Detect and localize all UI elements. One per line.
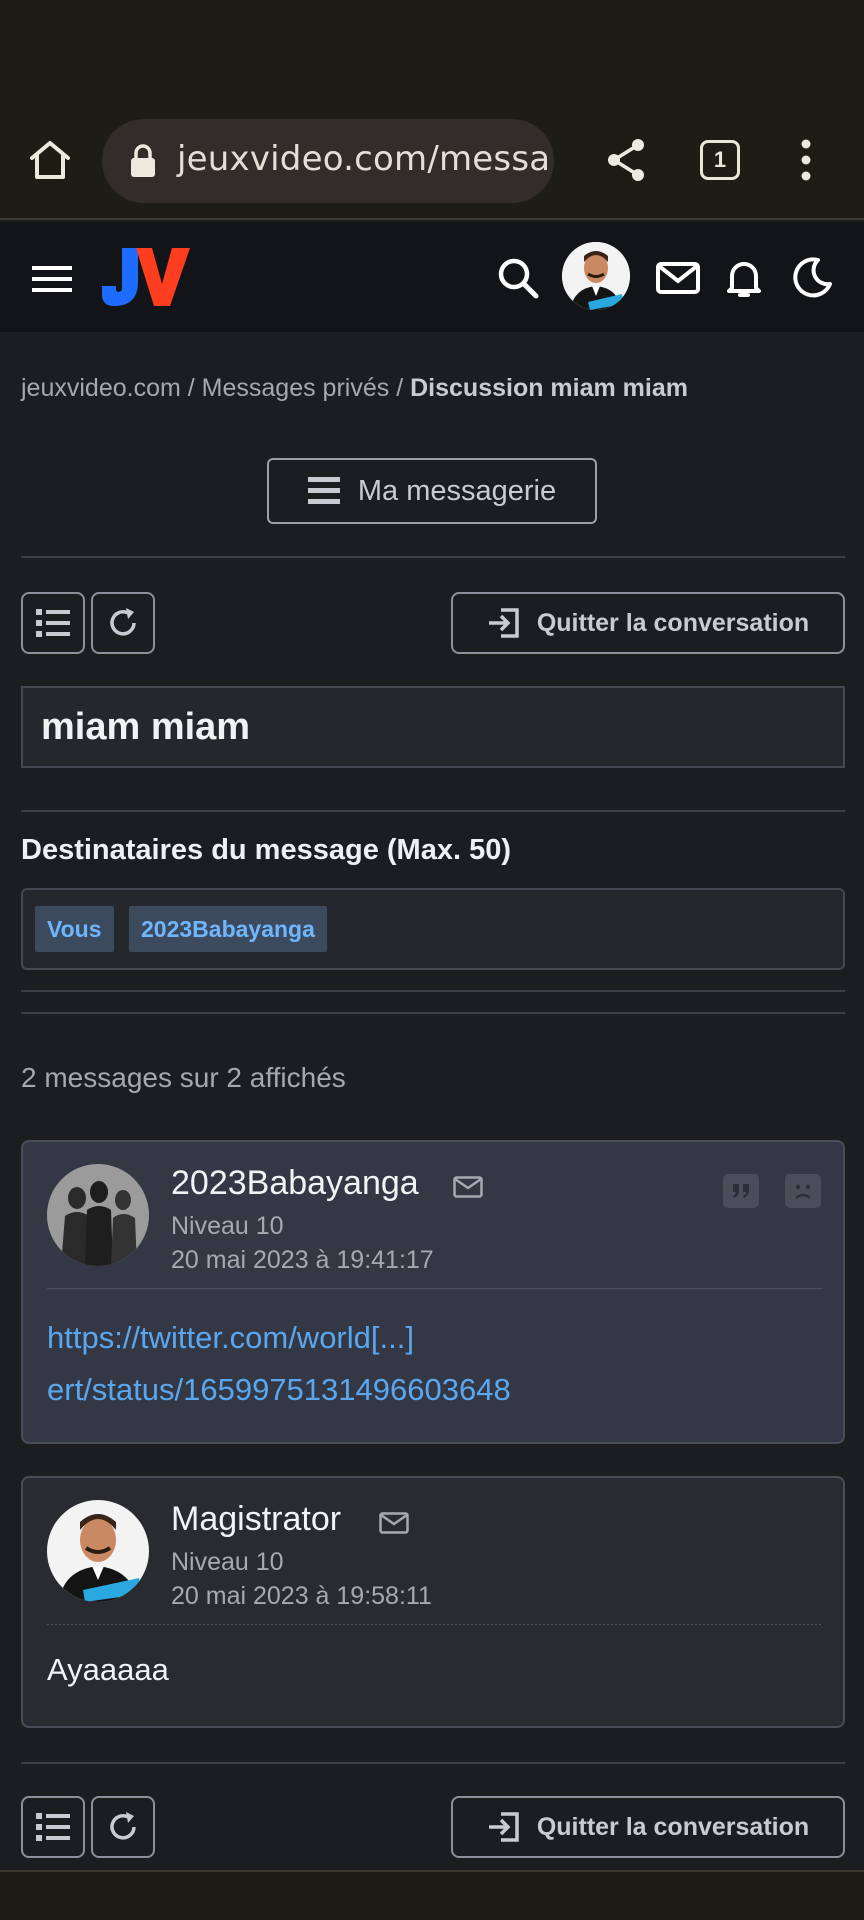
breadcrumb-current: Discussion miam miam <box>410 374 688 402</box>
exit-icon <box>488 608 519 638</box>
post-body: Ayaaaaa <box>47 1652 169 1687</box>
menu-icon[interactable] <box>32 264 72 294</box>
mail-icon[interactable] <box>379 1512 409 1534</box>
moon-icon[interactable] <box>788 254 836 302</box>
divider <box>21 810 845 812</box>
refresh-icon <box>110 1812 136 1840</box>
quit-conversation-button[interactable]: Quitter la conversation <box>451 1796 845 1858</box>
navigation-bar <box>0 1870 864 1920</box>
list-view-button[interactable] <box>21 1796 85 1858</box>
author-avatar[interactable] <box>47 1164 149 1266</box>
breadcrumb-messages[interactable]: Messages privés <box>202 374 390 402</box>
ma-messagerie-button[interactable]: Ma messagerie <box>267 458 597 524</box>
refresh-icon <box>110 608 136 636</box>
divider <box>21 1762 845 1764</box>
quit-conversation-label: Quitter la conversation <box>536 608 810 637</box>
messages-count: 2 messages sur 2 affichés <box>21 1062 346 1093</box>
conversation-subject: miam miam <box>21 686 845 768</box>
status-bar <box>0 0 864 100</box>
list-view-button[interactable] <box>21 592 85 654</box>
home-icon[interactable] <box>26 136 74 184</box>
list-icon <box>307 477 340 504</box>
breadcrumb: jeuxvideo.com / Messages privés / Discus… <box>21 374 688 403</box>
tabs-icon[interactable]: 1 <box>700 140 740 180</box>
quote-icon[interactable] <box>723 1174 759 1208</box>
mail-icon[interactable] <box>654 254 702 302</box>
browser-toolbar: jeuxvideo.com/messa 1 <box>0 100 864 220</box>
author-name[interactable]: Magistrator <box>171 1500 341 1539</box>
lock-icon <box>131 144 155 177</box>
breadcrumb-separator: / <box>187 374 195 402</box>
jv-logo[interactable] <box>100 244 192 310</box>
exit-icon <box>488 1812 519 1842</box>
recipient-tag: Vous <box>35 906 114 952</box>
author-avatar[interactable] <box>47 1500 149 1602</box>
post-separator <box>47 1288 823 1289</box>
list-view-icon <box>36 609 70 637</box>
quit-conversation-button[interactable]: Quitter la conversation <box>451 592 845 654</box>
author-name[interactable]: 2023Babayanga <box>171 1164 419 1203</box>
message-post: 2023Babayanga Niveau 10 20 mai 2023 à 19… <box>21 1140 845 1444</box>
message-post: Magistrator Niveau 10 20 mai 2023 à 19:5… <box>21 1476 845 1728</box>
recipient-tag[interactable]: 2023Babayanga <box>129 906 327 952</box>
post-link-line1[interactable]: https://twitter.com/world[...] <box>47 1320 414 1356</box>
author-level: Niveau 10 <box>171 1548 284 1576</box>
more-vert-icon[interactable] <box>794 136 818 184</box>
post-link-line2[interactable]: ert/status/1659975131496603648 <box>47 1372 511 1408</box>
search-icon[interactable] <box>494 254 542 302</box>
share-icon[interactable] <box>604 136 648 184</box>
quit-conversation-label: Quitter la conversation <box>536 1812 810 1841</box>
url-text: jeuxvideo.com/messa <box>177 139 551 179</box>
mail-icon[interactable] <box>453 1176 483 1198</box>
author-level: Niveau 10 <box>171 1212 284 1240</box>
divider <box>21 990 845 992</box>
list-view-icon <box>36 1813 70 1841</box>
breadcrumb-separator: / <box>396 374 404 402</box>
recipients-label: Destinataires du message (Max. 50) <box>21 834 511 866</box>
ma-messagerie-label: Ma messagerie <box>357 474 557 507</box>
post-separator <box>47 1624 823 1625</box>
post-date: 20 mai 2023 à 19:41:17 <box>171 1246 434 1274</box>
divider <box>21 1012 845 1014</box>
recipients-box: Vous 2023Babayanga <box>21 888 845 970</box>
address-bar[interactable]: jeuxvideo.com/messa <box>102 119 554 203</box>
avatar[interactable] <box>562 242 630 310</box>
refresh-button[interactable] <box>91 1796 155 1858</box>
post-date: 20 mai 2023 à 19:58:11 <box>171 1582 432 1610</box>
bell-icon[interactable] <box>720 254 768 302</box>
breadcrumb-home[interactable]: jeuxvideo.com <box>21 374 181 402</box>
refresh-button[interactable] <box>91 592 155 654</box>
report-icon[interactable] <box>785 1174 821 1208</box>
site-header <box>0 222 864 332</box>
divider <box>21 556 845 558</box>
